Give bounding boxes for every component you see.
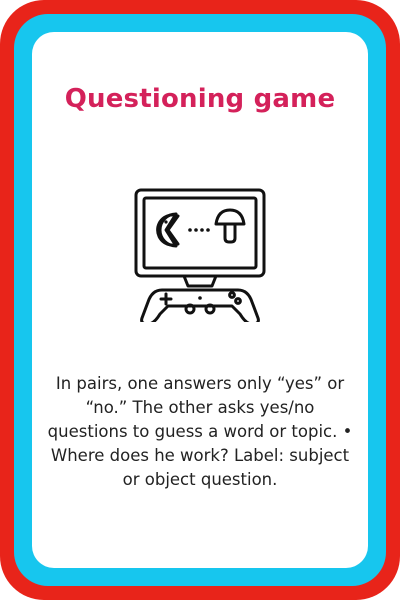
- game-console-icon: [132, 186, 268, 326]
- card-title: Questioning game: [64, 84, 336, 114]
- card-description: In pairs, one answers only “yes” or “no.…: [47, 374, 353, 489]
